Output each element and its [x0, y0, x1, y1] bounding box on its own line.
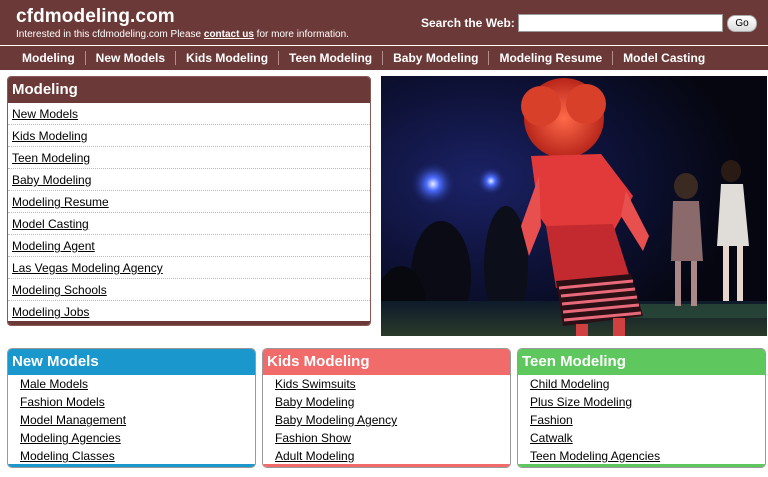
modeling-link-modeling-resume[interactable]: Modeling Resume: [12, 195, 109, 209]
hero-photo: [381, 76, 767, 336]
kids-modeling-box-title: Kids Modeling: [263, 349, 510, 375]
kids-modeling-box-footer-bar: [263, 464, 510, 467]
new-models-box-title: New Models: [8, 349, 255, 375]
link-male-models[interactable]: Male Models: [20, 377, 88, 391]
teen-modeling-link-list: Child Modeling Plus Size Modeling Fashio…: [518, 375, 765, 467]
nav-item-modeling[interactable]: Modeling: [12, 51, 86, 65]
list-item: Fashion: [530, 413, 765, 431]
list-item: Model Casting: [8, 213, 370, 235]
modeling-link-new-models[interactable]: New Models: [12, 107, 78, 121]
list-item: Kids Modeling: [8, 125, 370, 147]
modeling-link-baby-modeling[interactable]: Baby Modeling: [12, 173, 91, 187]
nav-item-baby-modeling[interactable]: Baby Modeling: [383, 51, 490, 65]
teen-modeling-box: Teen Modeling Child Modeling Plus Size M…: [517, 348, 766, 468]
tagline-text-pre: Interested in this cfdmodeling.com Pleas…: [16, 29, 204, 40]
list-item: Las Vegas Modeling Agency: [8, 257, 370, 279]
list-item: Modeling Agent: [8, 235, 370, 257]
list-item: Child Modeling: [530, 377, 765, 395]
new-models-link-list: Male Models Fashion Models Model Managem…: [8, 375, 255, 467]
list-item: Modeling Schools: [8, 279, 370, 301]
list-item: Kids Swimsuits: [275, 377, 510, 395]
link-fashion[interactable]: Fashion: [530, 413, 573, 427]
list-item: Teen Modeling: [8, 147, 370, 169]
list-item: Fashion Show: [275, 431, 510, 449]
link-modeling-classes[interactable]: Modeling Classes: [20, 449, 115, 463]
modeling-link-model-casting[interactable]: Model Casting: [12, 217, 89, 231]
modeling-link-las-vegas-agency[interactable]: Las Vegas Modeling Agency: [12, 261, 163, 275]
link-baby-modeling-agency[interactable]: Baby Modeling Agency: [275, 413, 397, 427]
list-item: Modeling Agencies: [20, 431, 255, 449]
link-baby-modeling[interactable]: Baby Modeling: [275, 395, 354, 409]
new-models-box-footer-bar: [8, 464, 255, 467]
list-item: Catwalk: [530, 431, 765, 449]
kids-modeling-box: Kids Modeling Kids Swimsuits Baby Modeli…: [262, 348, 511, 468]
tagline: Interested in this cfdmodeling.com Pleas…: [16, 29, 349, 40]
modeling-box-footer-bar: [8, 321, 370, 325]
search-label: Search the Web:: [421, 16, 515, 30]
modeling-box: Modeling New Models Kids Modeling Teen M…: [7, 76, 371, 326]
contact-us-link[interactable]: contact us: [204, 29, 254, 40]
link-catwalk[interactable]: Catwalk: [530, 431, 573, 445]
link-teen-modeling-agencies[interactable]: Teen Modeling Agencies: [530, 449, 660, 463]
list-item: Baby Modeling Agency: [275, 413, 510, 431]
modeling-link-modeling-agent[interactable]: Modeling Agent: [12, 239, 95, 253]
link-model-management[interactable]: Model Management: [20, 413, 126, 427]
teen-modeling-box-footer-bar: [518, 464, 765, 467]
link-plus-size-modeling[interactable]: Plus Size Modeling: [530, 395, 632, 409]
list-item: Model Management: [20, 413, 255, 431]
modeling-link-modeling-schools[interactable]: Modeling Schools: [12, 283, 107, 297]
list-item: Baby Modeling: [8, 169, 370, 191]
main-nav: Modeling New Models Kids Modeling Teen M…: [0, 45, 768, 70]
site-header: cfdmodeling.com Interested in this cfdmo…: [0, 0, 768, 45]
list-item: Baby Modeling: [275, 395, 510, 413]
list-item: Male Models: [20, 377, 255, 395]
link-fashion-show[interactable]: Fashion Show: [275, 431, 351, 445]
site-title[interactable]: cfdmodeling.com: [16, 6, 175, 28]
nav-item-modeling-resume[interactable]: Modeling Resume: [489, 51, 614, 65]
link-kids-swimsuits[interactable]: Kids Swimsuits: [275, 377, 356, 391]
modeling-link-modeling-jobs[interactable]: Modeling Jobs: [12, 305, 89, 319]
link-child-modeling[interactable]: Child Modeling: [530, 377, 609, 391]
teen-modeling-box-title: Teen Modeling: [518, 349, 765, 375]
link-modeling-agencies[interactable]: Modeling Agencies: [20, 431, 121, 445]
modeling-box-title: Modeling: [8, 77, 370, 103]
nav-item-new-models[interactable]: New Models: [86, 51, 177, 65]
list-item: New Models: [8, 103, 370, 125]
link-fashion-models[interactable]: Fashion Models: [20, 395, 105, 409]
search-input[interactable]: [518, 14, 723, 32]
kids-modeling-link-list: Kids Swimsuits Baby Modeling Baby Modeli…: [263, 375, 510, 467]
link-adult-modeling[interactable]: Adult Modeling: [275, 449, 354, 463]
nav-item-teen-modeling[interactable]: Teen Modeling: [279, 51, 384, 65]
runway-photo-image: [381, 76, 767, 336]
modeling-link-teen-modeling[interactable]: Teen Modeling: [12, 151, 90, 165]
nav-item-kids-modeling[interactable]: Kids Modeling: [176, 51, 280, 65]
new-models-box: New Models Male Models Fashion Models Mo…: [7, 348, 256, 468]
modeling-link-list: New Models Kids Modeling Teen Modeling B…: [8, 103, 370, 323]
list-item: Plus Size Modeling: [530, 395, 765, 413]
go-button[interactable]: Go: [727, 15, 757, 32]
list-item: Modeling Resume: [8, 191, 370, 213]
list-item: Modeling Jobs: [8, 301, 370, 323]
list-item: Fashion Models: [20, 395, 255, 413]
modeling-link-kids-modeling[interactable]: Kids Modeling: [12, 129, 87, 143]
nav-item-model-casting[interactable]: Model Casting: [613, 51, 715, 65]
tagline-text-post: for more information.: [253, 29, 349, 40]
